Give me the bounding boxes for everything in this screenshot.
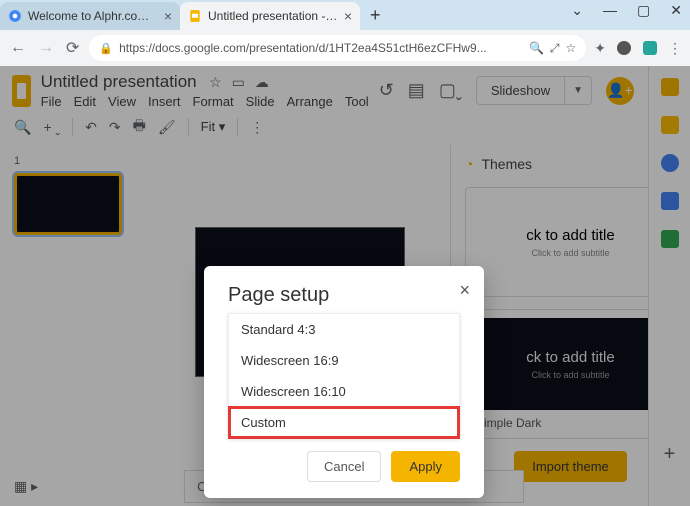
themes-icon: ◔ bbox=[465, 156, 473, 172]
star-doc-icon[interactable]: ☆ bbox=[209, 74, 222, 91]
share-button[interactable]: 👤+ bbox=[606, 77, 634, 105]
browser-tab-active[interactable]: Untitled presentation - Google S × bbox=[180, 2, 360, 30]
browser-tab-inactive[interactable]: Welcome to Alphr.com - Google × bbox=[0, 2, 180, 30]
browser-menu-icon[interactable]: ⋮ bbox=[668, 40, 682, 57]
rail-calendar-icon[interactable] bbox=[661, 78, 679, 96]
app-header: Untitled presentation ☆ ▭ ☁ File Edit Vi… bbox=[0, 66, 690, 109]
side-rail: + bbox=[648, 66, 690, 506]
reload-button[interactable]: ⟳ bbox=[64, 36, 81, 60]
slides-favicon bbox=[188, 9, 202, 23]
tab-close-icon[interactable]: × bbox=[344, 8, 352, 24]
star-icon[interactable]: ☆ bbox=[566, 41, 577, 55]
menu-slide[interactable]: Slide bbox=[246, 94, 275, 109]
rail-add-icon[interactable]: + bbox=[664, 443, 676, 466]
apply-button[interactable]: Apply bbox=[391, 451, 460, 482]
chrome-favicon bbox=[8, 9, 22, 23]
page-setup-dialog: Page setup × Standard 4:3 Widescreen 16:… bbox=[204, 266, 484, 498]
close-window-icon[interactable]: ✕ bbox=[670, 2, 682, 19]
cancel-button[interactable]: Cancel bbox=[307, 451, 381, 482]
extension-icon-1[interactable] bbox=[616, 40, 632, 56]
address-bar: ← → ⟳ 🔒 https://docs.google.com/presenta… bbox=[0, 30, 690, 66]
extensions-icon[interactable]: ✦ bbox=[594, 40, 606, 57]
search-in-page-icon[interactable]: 🔍 bbox=[529, 41, 544, 55]
undo-icon[interactable]: ↶ bbox=[85, 119, 97, 136]
menu-insert[interactable]: Insert bbox=[148, 94, 181, 109]
zoom-select[interactable]: Fit ▾ bbox=[201, 119, 226, 135]
rail-tasks-icon[interactable] bbox=[661, 154, 679, 172]
url-input[interactable]: 🔒 https://docs.google.com/presentation/d… bbox=[89, 35, 586, 61]
slideshow-button[interactable]: Slideshow bbox=[476, 76, 565, 105]
comments-icon[interactable]: ▤ bbox=[408, 80, 425, 101]
menu-file[interactable]: File bbox=[41, 94, 62, 109]
window-controls: ⌄ — ▢ ✕ bbox=[571, 2, 682, 19]
rail-contacts-icon[interactable] bbox=[661, 192, 679, 210]
rail-keep-icon[interactable] bbox=[661, 116, 679, 134]
option-custom[interactable]: Custom bbox=[229, 407, 459, 438]
dialog-close-icon[interactable]: × bbox=[459, 280, 470, 301]
lock-icon: 🔒 bbox=[99, 42, 113, 55]
menu-bar: File Edit View Insert Format Slide Arran… bbox=[41, 94, 369, 109]
search-tool-icon[interactable]: 🔍 bbox=[14, 119, 31, 136]
rail-maps-icon[interactable] bbox=[661, 230, 679, 248]
toolbar: 🔍 + ˬ ↶ ↷ 🖶 🖌 Fit ▾ ⋮ ⌃ bbox=[0, 109, 690, 145]
present-meet-icon[interactable]: ▢ˬ bbox=[439, 80, 462, 101]
theme-card-light[interactable]: ck to add title Click to add subtitle bbox=[465, 187, 676, 297]
move-doc-icon[interactable]: ▭ bbox=[232, 74, 245, 91]
maximize-icon[interactable]: ▢ bbox=[637, 2, 650, 19]
dialog-title: Page setup bbox=[204, 284, 484, 313]
option-widescreen-16-9[interactable]: Widescreen 16:9 bbox=[229, 345, 459, 376]
menu-arrange[interactable]: Arrange bbox=[287, 94, 333, 109]
theme-card-dark[interactable]: ck to add title Click to add subtitle Si… bbox=[465, 309, 676, 439]
paint-format-icon[interactable]: 🖌 bbox=[158, 119, 176, 136]
menu-edit[interactable]: Edit bbox=[74, 94, 96, 109]
url-text: https://docs.google.com/presentation/d/1… bbox=[119, 41, 523, 55]
tab-close-icon[interactable]: × bbox=[164, 8, 172, 24]
slideshow-dropdown[interactable]: ▼ bbox=[565, 76, 592, 105]
forward-button: → bbox=[36, 37, 56, 59]
new-tab-button[interactable]: + bbox=[360, 5, 391, 26]
aspect-ratio-dropdown: Standard 4:3 Widescreen 16:9 Widescreen … bbox=[228, 313, 460, 439]
tab-title: Untitled presentation - Google S bbox=[208, 9, 338, 23]
themes-title: Themes bbox=[481, 156, 532, 172]
cloud-status-icon[interactable]: ☁ bbox=[255, 74, 269, 91]
extension-icon-2[interactable] bbox=[642, 40, 658, 56]
minimize-icon[interactable]: — bbox=[603, 2, 617, 19]
slide-thumbnail[interactable] bbox=[14, 173, 122, 235]
slides-logo[interactable] bbox=[12, 75, 31, 107]
new-slide-icon[interactable]: + ˬ bbox=[43, 119, 60, 135]
print-icon[interactable]: 🖶 bbox=[133, 115, 146, 139]
history-icon[interactable]: ↺ bbox=[379, 80, 394, 101]
menu-tool[interactable]: Tool bbox=[345, 94, 369, 109]
redo-icon[interactable]: ↷ bbox=[109, 119, 121, 136]
browser-tab-strip: Welcome to Alphr.com - Google × Untitled… bbox=[0, 0, 690, 30]
filmstrip: 1 bbox=[0, 145, 150, 489]
theme-label: Simple Dark bbox=[474, 410, 667, 430]
menu-format[interactable]: Format bbox=[193, 94, 234, 109]
menu-view[interactable]: View bbox=[108, 94, 136, 109]
option-standard-4-3[interactable]: Standard 4:3 bbox=[229, 314, 459, 345]
document-title[interactable]: Untitled presentation bbox=[41, 72, 197, 91]
option-widescreen-16-10[interactable]: Widescreen 16:10 bbox=[229, 376, 459, 407]
slide-number: 1 bbox=[14, 155, 20, 167]
translate-icon[interactable]: ⤢ bbox=[550, 41, 560, 56]
back-button[interactable]: ← bbox=[8, 37, 28, 59]
chevron-down-icon[interactable]: ⌄ bbox=[571, 2, 583, 19]
more-tools-icon[interactable]: ⋮ bbox=[250, 119, 264, 136]
tab-title: Welcome to Alphr.com - Google bbox=[28, 9, 158, 23]
grid-view-icon[interactable]: ▦ ▸ bbox=[14, 478, 38, 495]
